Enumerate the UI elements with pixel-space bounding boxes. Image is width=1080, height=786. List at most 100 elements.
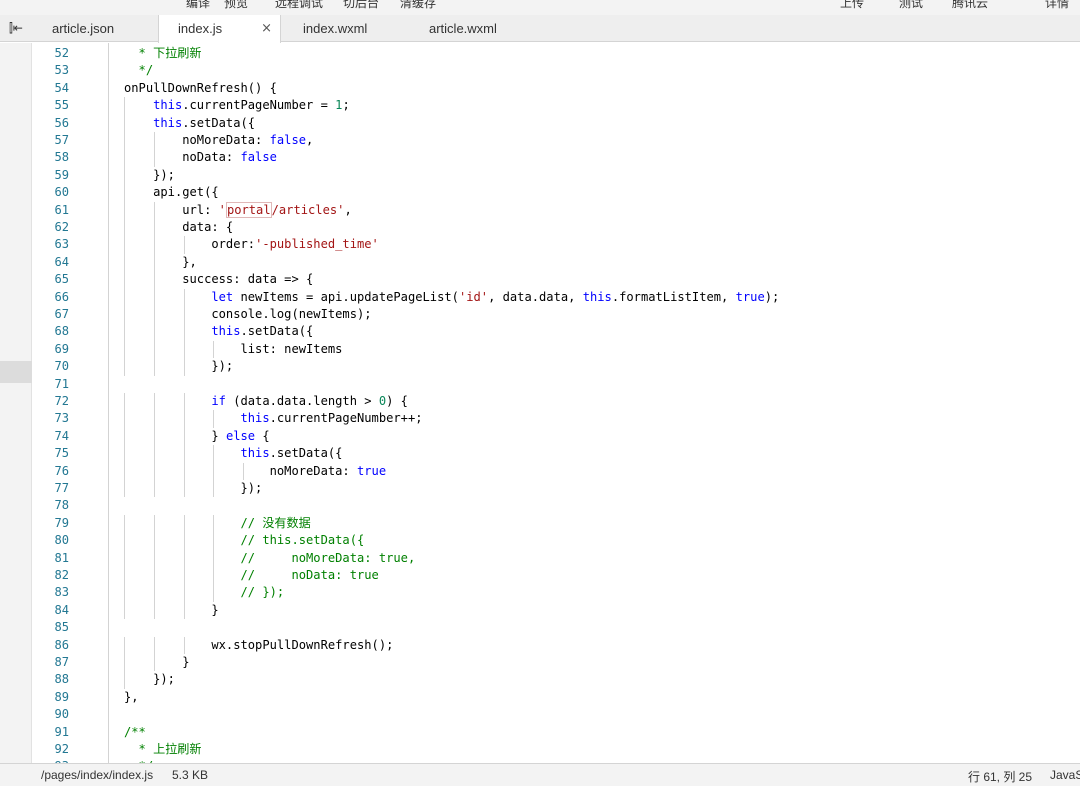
code-line[interactable]: 76 noMoreData: true: [33, 463, 1080, 480]
code-line[interactable]: 80 // this.setData({: [33, 532, 1080, 549]
code-line[interactable]: 52 * 下拉刷新: [33, 45, 1080, 62]
code-text: wx.stopPullDownRefresh();: [124, 637, 394, 652]
code-line[interactable]: 81 // noMoreData: true,: [33, 550, 1080, 567]
file-size: 5.3 KB: [172, 768, 209, 782]
toolbar-background[interactable]: 切后台: [343, 0, 379, 11]
code-line[interactable]: 78: [33, 497, 1080, 514]
code-line[interactable]: 86 wx.stopPullDownRefresh();: [33, 637, 1080, 654]
code-text: data: {: [124, 220, 234, 234]
code-line[interactable]: 61 url: 'portal/articles',: [33, 201, 1080, 219]
code-line[interactable]: 62 data: {: [33, 219, 1080, 236]
line-number: 77: [54, 481, 69, 495]
sidebar-toggle-icon[interactable]: ⫿⇤: [0, 15, 32, 42]
line-number: 78: [54, 498, 69, 513]
code-line[interactable]: 92 * 上拉刷新: [33, 741, 1080, 758]
line-number: 69: [54, 341, 69, 356]
code-text: },: [124, 254, 197, 269]
code-line[interactable]: 72 if (data.data.length > 0) {: [33, 393, 1080, 410]
code-text: this.setData({: [211, 324, 314, 339]
code-line[interactable]: 70 });: [33, 358, 1080, 375]
code-line[interactable]: 60 api.get({: [33, 184, 1080, 201]
toolbar-remote-debug[interactable]: 远程调试: [275, 0, 323, 11]
code-text: * 上拉刷新: [124, 742, 202, 756]
line-number: 85: [54, 620, 69, 635]
code-line[interactable]: 89},: [33, 689, 1080, 706]
code-line[interactable]: 85: [33, 619, 1080, 636]
code-line[interactable]: 87 }: [33, 654, 1080, 671]
code-line[interactable]: 53 */: [33, 62, 1080, 79]
code-line[interactable]: 90: [33, 706, 1080, 723]
code-line[interactable]: 84 }: [33, 602, 1080, 619]
code-line[interactable]: 58 noData: false: [33, 149, 1080, 166]
top-toolbar: 编译 预览 远程调试 切后台 清缓存 上传 测试 腾讯云 详情: [0, 0, 1080, 15]
line-number: 81: [54, 550, 69, 565]
cursor-position[interactable]: 行 61, 列 25: [968, 768, 1032, 785]
line-number: 57: [54, 133, 69, 147]
code-line[interactable]: 83 // });: [33, 584, 1080, 601]
code-line[interactable]: 71: [33, 376, 1080, 393]
code-line[interactable]: 56 this.setData({: [33, 115, 1080, 132]
code-text: this.setData({: [153, 115, 256, 130]
code-text: if (data.data.length > 0) {: [211, 394, 408, 408]
toolbar-compile[interactable]: 编译: [186, 0, 210, 11]
line-number: 71: [54, 376, 69, 391]
line-number: 91: [54, 724, 69, 739]
code-line[interactable]: 67 console.log(newItems);: [33, 306, 1080, 323]
code-text: });: [124, 672, 175, 687]
line-number: 76: [54, 463, 69, 478]
code-line[interactable]: 68 this.setData({: [33, 323, 1080, 340]
line-number: 52: [54, 46, 69, 60]
line-number: 89: [54, 689, 69, 704]
line-number: 61: [54, 202, 69, 217]
code-line[interactable]: 69 list: newItems: [33, 341, 1080, 358]
code-text: // this.setData({: [240, 533, 365, 548]
code-line[interactable]: 55 this.currentPageNumber = 1;: [33, 97, 1080, 114]
toolbar-test[interactable]: 测试: [899, 0, 923, 11]
code-text: noMoreData: true: [124, 463, 387, 478]
code-text: list: newItems: [124, 341, 343, 356]
code-line[interactable]: 75 this.setData({: [33, 445, 1080, 462]
code-text: noData: false: [124, 150, 277, 165]
line-number: 80: [54, 533, 69, 548]
code-text: url: 'portal/articles',: [124, 201, 352, 218]
file-path[interactable]: /pages/index/index.js: [41, 768, 153, 782]
code-text: // 没有数据: [240, 515, 311, 530]
code-line[interactable]: 88 });: [33, 671, 1080, 688]
toolbar-details[interactable]: 详情: [1045, 0, 1069, 11]
tab-article-wxml[interactable]: article.wxml: [429, 15, 529, 42]
toolbar-preview[interactable]: 预览: [224, 0, 248, 11]
toolbar-clear-cache[interactable]: 清缓存: [400, 0, 436, 11]
code-line[interactable]: 59 });: [33, 167, 1080, 184]
code-line[interactable]: 82 // noData: true: [33, 567, 1080, 584]
line-number: 62: [54, 220, 69, 234]
close-icon[interactable]: ×: [261, 15, 272, 42]
code-line[interactable]: 79 // 没有数据: [33, 515, 1080, 532]
code-line[interactable]: 66 let newItems = api.updatePageList('id…: [33, 289, 1080, 306]
tab-article-json[interactable]: article.json: [52, 15, 152, 42]
line-number: 83: [54, 585, 69, 600]
line-number: 90: [54, 707, 69, 722]
code-line[interactable]: 54 onPullDownRefresh() {: [33, 80, 1080, 97]
tab-index-js[interactable]: index.js ×: [158, 15, 281, 43]
code-text: },: [124, 689, 139, 704]
code-line[interactable]: 64 },: [33, 254, 1080, 271]
code-line[interactable]: 63 order:'-published_time': [33, 236, 1080, 253]
line-number: 70: [54, 359, 69, 374]
line-number: 63: [54, 237, 69, 252]
code-line[interactable]: 65 success: data => {: [33, 271, 1080, 288]
code-line[interactable]: 77 });: [33, 480, 1080, 497]
code-line[interactable]: 74 } else {: [33, 428, 1080, 445]
code-line[interactable]: 91 /**: [33, 724, 1080, 741]
line-number: 73: [54, 411, 69, 426]
code-editor[interactable]: 52 * 下拉刷新 53 */54 onPullDownRefresh() {55 …: [33, 43, 1080, 763]
code-line[interactable]: 57 noMoreData: false,: [33, 132, 1080, 149]
code-line[interactable]: 73 this.currentPageNumber++;: [33, 410, 1080, 427]
toolbar-tencent-cloud[interactable]: 腾讯云: [952, 0, 988, 11]
code-text: api.get({: [124, 185, 219, 200]
toolbar-upload[interactable]: 上传: [840, 0, 864, 11]
language-mode[interactable]: JavaS: [1050, 768, 1080, 782]
tab-index-wxml[interactable]: index.wxml: [303, 15, 403, 42]
line-number: 59: [54, 167, 69, 182]
code-text: // noData: true: [240, 568, 379, 582]
line-number: 82: [54, 568, 69, 582]
